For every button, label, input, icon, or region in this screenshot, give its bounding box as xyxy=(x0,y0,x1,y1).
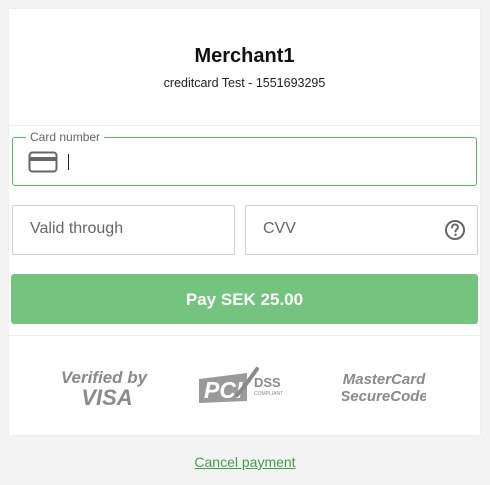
mastercard-securecode-logo: MasterCard SecureCode xyxy=(342,371,426,405)
text-cursor xyxy=(68,154,69,170)
cvv-placeholder: CVV xyxy=(263,220,296,237)
compliant-text: COMPLIANT xyxy=(254,391,283,397)
verified-by-visa-logo: Verified by VISA xyxy=(61,368,149,409)
header: Merchant1 creditcard Test - 1551693295 xyxy=(9,9,480,125)
card-number-label: Card number xyxy=(26,130,105,144)
valid-through-field[interactable]: Valid through xyxy=(12,205,235,255)
visa-text: VISA xyxy=(81,385,132,409)
pci-text: PCI xyxy=(204,377,243,403)
payment-card: Merchant1 creditcard Test - 1551693295 C… xyxy=(9,9,480,435)
logos-divider xyxy=(9,335,480,336)
pci-dss-logo: PCI DSS COMPLIANT xyxy=(199,367,283,403)
merchant-name: Merchant1 xyxy=(194,45,295,67)
mastercard-text: MasterCard xyxy=(343,371,426,388)
securecode-text: SecureCode xyxy=(342,388,426,405)
header-divider xyxy=(9,125,480,126)
order-description: creditcard Test - 1551693295 xyxy=(163,76,326,90)
pay-button[interactable]: Pay SEK 25.00 xyxy=(11,274,478,324)
card-number-field[interactable]: Card number xyxy=(12,130,477,186)
help-circle-icon[interactable] xyxy=(444,219,466,241)
dss-text: DSS xyxy=(254,375,281,390)
cancel-payment-link[interactable]: Cancel payment xyxy=(0,454,490,470)
valid-through-placeholder: Valid through xyxy=(30,220,124,237)
credit-card-icon xyxy=(28,151,58,173)
cvv-field[interactable]: CVV xyxy=(245,205,478,255)
